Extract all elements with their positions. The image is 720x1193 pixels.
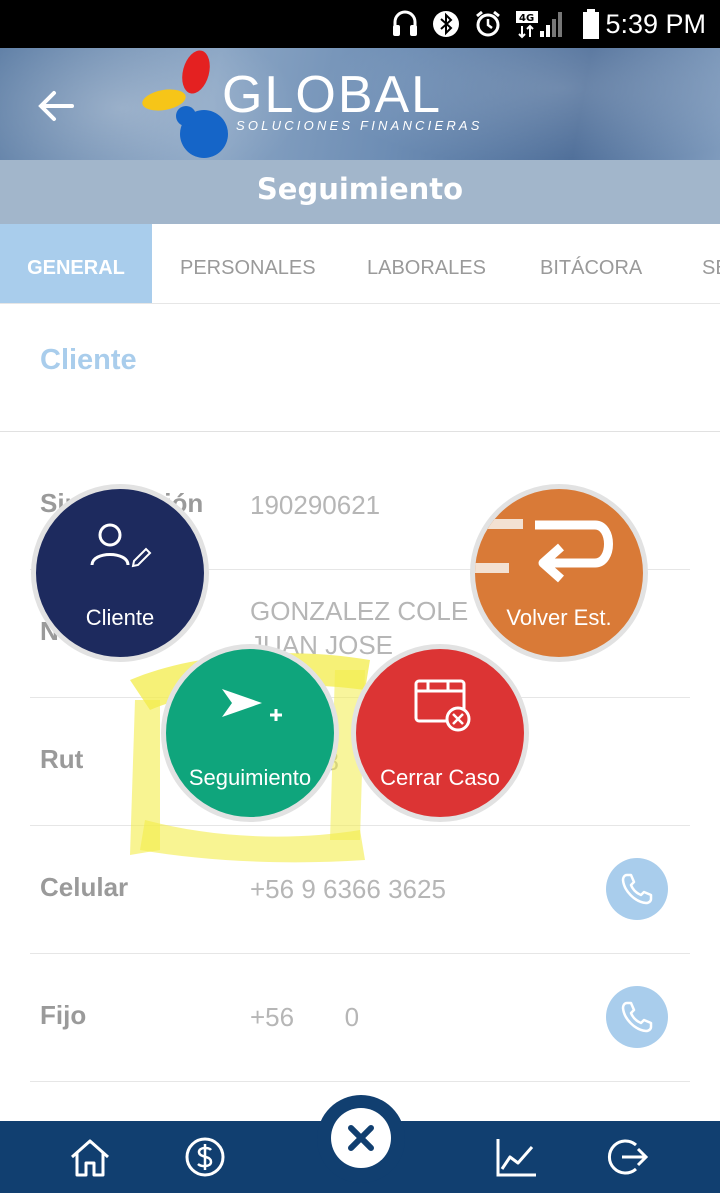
headset-icon bbox=[393, 10, 417, 36]
tab-laborales[interactable]: LABORALES bbox=[367, 224, 486, 303]
edit-user-icon bbox=[90, 523, 152, 568]
app-screen: 4G 5:39 PM GLOBAL SOLUCIONES FINANCIERAS… bbox=[0, 0, 720, 1193]
tab-bar: GENERAL PERSONALES LABORALES BITÁCORA SE bbox=[0, 224, 720, 304]
call-celular-button[interactable] bbox=[606, 858, 668, 920]
fab-label: Seguimiento bbox=[188, 765, 312, 790]
status-icons: 4G bbox=[392, 8, 600, 40]
close-icon bbox=[348, 1125, 374, 1151]
fab-cerrar-caso-button[interactable]: Cerrar Caso bbox=[351, 644, 529, 822]
fab-seguimiento-button[interactable]: Seguimiento bbox=[161, 644, 339, 822]
chart-icon[interactable] bbox=[494, 1135, 538, 1179]
brand-name: GLOBAL bbox=[222, 66, 443, 124]
brand-subtitle: SOLUCIONES FINANCIERAS bbox=[236, 118, 483, 133]
fab-label: Cliente bbox=[85, 605, 155, 630]
fab-label: Cerrar Caso bbox=[380, 765, 500, 790]
status-time: 5:39 PM bbox=[605, 9, 706, 39]
fab-volver-button[interactable]: Volver Est. bbox=[470, 484, 648, 662]
global-logo-icon bbox=[142, 50, 228, 158]
call-fijo-button[interactable] bbox=[606, 986, 668, 1048]
phone-icon bbox=[621, 873, 653, 905]
row-value: +56 9 6366 3625 bbox=[250, 874, 446, 904]
row-label: Fijo bbox=[40, 1000, 87, 1030]
status-bar: 4G 5:39 PM bbox=[0, 0, 720, 48]
back-arrow-icon[interactable] bbox=[32, 82, 80, 130]
close-button-inner bbox=[331, 1108, 391, 1168]
fab-cliente-button[interactable]: Cliente bbox=[31, 484, 209, 662]
return-arrow-icon bbox=[475, 519, 613, 583]
send-add-icon bbox=[222, 689, 282, 721]
tab-bitacora[interactable]: BITÁCORA bbox=[540, 224, 642, 303]
tab-more[interactable]: SE bbox=[702, 224, 720, 303]
calendar-close-icon bbox=[414, 679, 471, 732]
bluetooth-icon bbox=[433, 11, 459, 37]
page-title-bar: Seguimiento bbox=[0, 160, 720, 224]
logout-icon[interactable] bbox=[606, 1135, 650, 1179]
svg-text:4G: 4G bbox=[519, 13, 534, 24]
phone-icon bbox=[621, 1001, 653, 1033]
row-label: Rut bbox=[40, 744, 84, 774]
signal-4g-icon: 4G bbox=[516, 11, 562, 39]
home-icon[interactable] bbox=[68, 1135, 112, 1179]
battery-icon bbox=[583, 9, 599, 39]
dollar-icon[interactable] bbox=[183, 1135, 227, 1179]
tab-general[interactable]: GENERAL bbox=[0, 224, 152, 303]
alarm-icon bbox=[476, 10, 500, 37]
header-banner: GLOBAL SOLUCIONES FINANCIERAS bbox=[0, 48, 720, 160]
tab-personales[interactable]: PERSONALES bbox=[180, 224, 316, 303]
row-label: Celular bbox=[40, 872, 129, 902]
close-menu-button[interactable] bbox=[317, 1095, 405, 1183]
section-title: Cliente bbox=[40, 344, 137, 376]
row-value: 190290621 bbox=[250, 490, 381, 520]
fab-label: Volver Est. bbox=[506, 605, 612, 630]
info-row-fijo: Fijo +56 0 bbox=[30, 954, 690, 1082]
row-value: +56 0 bbox=[250, 1002, 360, 1032]
page-title: Seguimiento bbox=[256, 172, 464, 206]
divider bbox=[0, 431, 720, 432]
